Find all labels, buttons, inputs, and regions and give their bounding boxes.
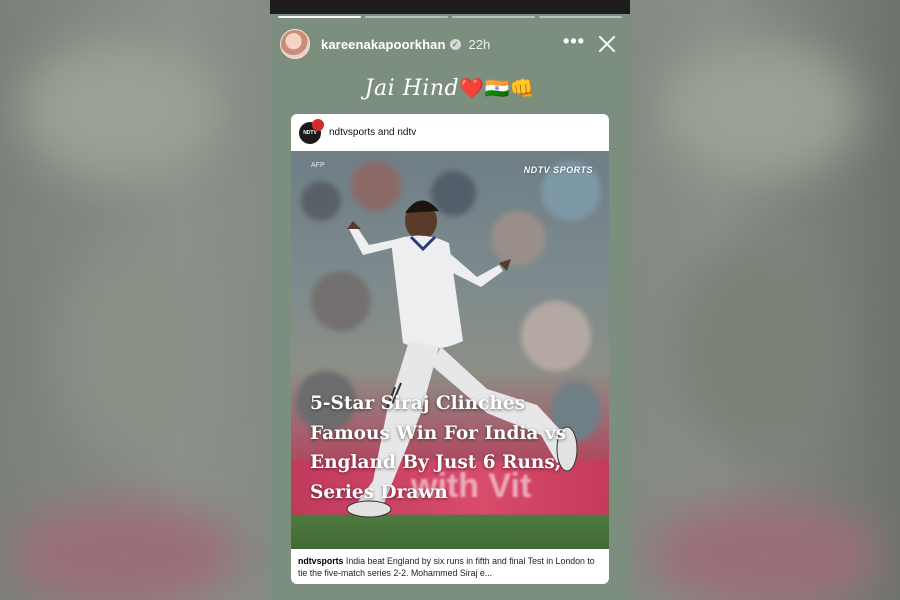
user-avatar[interactable] xyxy=(280,29,310,59)
story-viewer[interactable]: kareenakapoorkhan ✓ 22h ••• Jai Hind❤️🇮🇳… xyxy=(270,0,630,600)
post-authors[interactable]: ndtvsports and ndtv xyxy=(329,127,416,138)
post-headline: 5-Star Siraj Clinches Famous Win For Ind… xyxy=(310,393,567,503)
verified-badge-icon: ✓ xyxy=(449,38,461,50)
story-caption: Jai Hind❤️🇮🇳👊 xyxy=(270,76,630,101)
story-header: kareenakapoorkhan ✓ 22h ••• xyxy=(280,28,620,60)
progress-segment xyxy=(452,16,535,18)
progress-segment xyxy=(539,16,622,18)
caption-text: Jai Hind xyxy=(364,76,460,101)
caption-body: India beat England by six runs in fifth … xyxy=(298,556,595,578)
post-avatar[interactable]: NDTV xyxy=(299,118,324,144)
caption-emojis: ❤️🇮🇳👊 xyxy=(459,76,536,100)
background-blur-right xyxy=(630,0,900,600)
caption-username[interactable]: ndtvsports xyxy=(298,556,343,566)
ndtv-sports-watermark: NDTV SPORTS xyxy=(523,165,593,175)
image-credit: AFP xyxy=(311,162,325,169)
story-time: 22h xyxy=(468,36,491,52)
close-icon[interactable] xyxy=(594,31,620,57)
story-top-bar xyxy=(270,0,630,14)
post-image[interactable]: with Vit AFP NDTV SPORTS 5-Star Siraj Cl… xyxy=(291,151,609,549)
more-options-icon[interactable]: ••• xyxy=(560,32,588,52)
progress-segment xyxy=(278,16,361,18)
shared-post-card[interactable]: NDTV ndtvsports and ndtv with Vit AFP ND… xyxy=(291,114,609,584)
username[interactable]: kareenakapoorkhan xyxy=(321,37,446,52)
post-caption[interactable]: ndtvsports India beat England by six run… xyxy=(298,555,599,581)
background-blur-left xyxy=(0,0,270,600)
progress-segment xyxy=(365,16,448,18)
post-header: NDTV ndtvsports and ndtv xyxy=(291,114,609,151)
story-progress-bar xyxy=(278,16,622,18)
avatar-accent xyxy=(312,118,324,131)
